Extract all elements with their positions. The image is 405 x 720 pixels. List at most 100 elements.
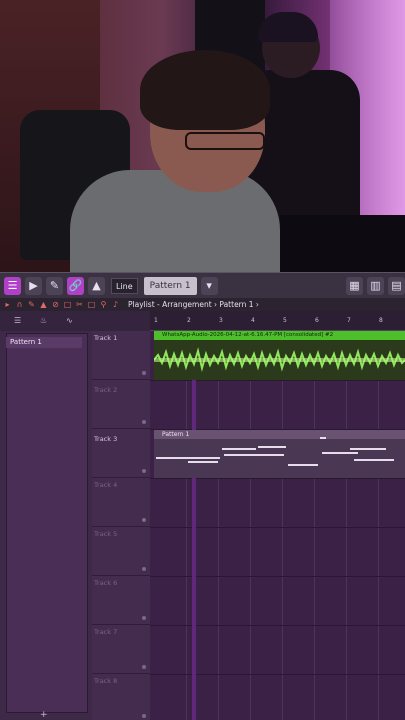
automation-icon[interactable]: ∿ xyxy=(66,316,73,325)
speaker-icon[interactable]: ♪ xyxy=(111,300,120,309)
pattern-clip-title: Pattern 1 xyxy=(154,430,405,439)
browser-icon[interactable]: ▤ xyxy=(388,276,405,295)
track-label: Track 2 xyxy=(94,386,118,394)
track-header-6[interactable]: Track 6 xyxy=(92,576,150,625)
track-header-1[interactable]: Track 1 xyxy=(92,331,150,380)
channel-rack-icon[interactable]: ▥ xyxy=(367,276,384,295)
track-label: Track 5 xyxy=(94,530,118,538)
grid-line xyxy=(250,331,251,720)
webcam-feed xyxy=(0,0,405,272)
bar-number: 2 xyxy=(187,317,191,324)
link-icon[interactable]: 🔗 xyxy=(67,276,84,295)
track-led[interactable] xyxy=(142,567,146,571)
track-label: Track 1 xyxy=(94,334,118,342)
bar-number: 5 xyxy=(283,317,287,324)
midi-note xyxy=(354,459,394,461)
producer-hair xyxy=(140,50,270,130)
track-label: Track 6 xyxy=(94,579,118,587)
midi-note xyxy=(222,448,256,450)
track-headers: Track 1 Track 2 Track 3 Track 4 Track 5 … xyxy=(92,311,150,720)
grid-line xyxy=(314,331,315,720)
timeline-ruler[interactable]: 1 2 3 4 5 6 7 8 xyxy=(150,311,405,331)
stamp-icon[interactable]: ▲ xyxy=(88,276,105,295)
screen: ☰ ▶ ✎ 🔗 ▲ Line Pattern 1 ▾ ▦ ▥ ▤ ▸ ∩ ✎ ▲… xyxy=(0,0,405,720)
track-divider xyxy=(150,478,405,479)
producer-body xyxy=(70,170,280,272)
midi-note xyxy=(188,461,218,463)
track-header-2[interactable]: Track 2 xyxy=(92,380,150,429)
audio-clip-title: WhatsApp-Audio-2026-04-12-at-6.16.47-PM … xyxy=(154,331,405,340)
bar-number: 7 xyxy=(347,317,351,324)
grid-line xyxy=(218,331,219,720)
playhead[interactable] xyxy=(192,331,196,720)
track-header-8[interactable]: Track 8 xyxy=(92,674,150,720)
paint-icon[interactable]: ▲ xyxy=(39,300,48,309)
track-divider xyxy=(150,380,405,381)
track-header-3[interactable]: Track 3 xyxy=(92,429,150,478)
pattern-picker: ☰ ♨ ∿ Pattern 1 + xyxy=(0,311,92,720)
arrangement-grid[interactable]: 1 2 3 4 5 6 7 8 WhatsApp-Audio-2026-04-1… xyxy=(150,311,405,720)
background-person-cap xyxy=(258,12,318,42)
midi-note xyxy=(156,457,220,459)
playlist-header: ▸ ∩ ✎ ▲ ⊘ □ ✂ □ ⚲ ♪ Playlist - Arrangeme… xyxy=(0,298,405,311)
track-led[interactable] xyxy=(142,371,146,375)
bar-number: 8 xyxy=(379,317,383,324)
arrow-right-icon[interactable]: ▶ xyxy=(25,276,42,295)
grid-line xyxy=(346,331,347,720)
bar-number: 4 xyxy=(251,317,255,324)
grid-line xyxy=(186,331,187,720)
dropdown-icon[interactable]: ▾ xyxy=(200,276,218,295)
draw-icon[interactable]: ✎ xyxy=(27,300,36,309)
track-label: Track 7 xyxy=(94,628,118,636)
bar-number: 3 xyxy=(219,317,223,324)
track-led[interactable] xyxy=(142,665,146,669)
brush-icon[interactable]: ✎ xyxy=(46,276,63,295)
zoom-icon[interactable]: ⚲ xyxy=(99,300,108,309)
track-led[interactable] xyxy=(142,714,146,718)
select-icon[interactable]: □ xyxy=(87,300,96,309)
daw-toolbar: ☰ ▶ ✎ 🔗 ▲ Line Pattern 1 ▾ ▦ ▥ ▤ xyxy=(0,272,405,298)
snap-select[interactable]: Line xyxy=(111,277,138,294)
pattern-list xyxy=(6,333,88,713)
track-label: Track 8 xyxy=(94,677,118,685)
track-label: Track 3 xyxy=(94,435,118,443)
midi-note xyxy=(224,454,284,456)
bar-number: 1 xyxy=(154,317,158,324)
midi-note xyxy=(320,437,326,439)
mixer-icon[interactable]: ▦ xyxy=(346,276,363,295)
track-label: Track 4 xyxy=(94,481,118,489)
track-divider xyxy=(150,625,405,626)
track-divider xyxy=(150,527,405,528)
piano-roll-icon[interactable]: ☰ xyxy=(4,276,21,295)
midi-note xyxy=(258,446,286,448)
menu-arrow-icon[interactable]: ▸ xyxy=(3,300,12,309)
midi-note xyxy=(322,452,358,454)
track-led[interactable] xyxy=(142,518,146,522)
midi-note xyxy=(288,464,318,466)
track-header-ruler xyxy=(92,311,150,331)
delete-icon[interactable]: ⊘ xyxy=(51,300,60,309)
track-header-5[interactable]: Track 5 xyxy=(92,527,150,576)
audio-clip[interactable]: WhatsApp-Audio-2026-04-12-at-6.16.47-PM … xyxy=(154,331,405,380)
piano-icon[interactable]: ☰ xyxy=(14,316,21,325)
desk xyxy=(280,215,405,272)
mute-icon[interactable]: □ xyxy=(63,300,72,309)
pattern-clip[interactable]: Pattern 1 xyxy=(154,430,405,478)
track-header-4[interactable]: Track 4 xyxy=(92,478,150,527)
picker-toolbar: ☰ ♨ ∿ xyxy=(0,311,92,331)
wave-icon[interactable]: ♨ xyxy=(40,316,47,325)
grid-line xyxy=(282,331,283,720)
track-led[interactable] xyxy=(142,420,146,424)
playlist-title: Playlist - Arrangement › Pattern 1 › xyxy=(128,300,259,309)
pattern-list-item[interactable]: Pattern 1 xyxy=(6,337,82,348)
bar-number: 6 xyxy=(315,317,319,324)
track-header-7[interactable]: Track 7 xyxy=(92,625,150,674)
track-led[interactable] xyxy=(142,469,146,473)
add-pattern-button[interactable]: + xyxy=(40,710,48,720)
pattern-selector[interactable]: Pattern 1 xyxy=(143,276,197,295)
midi-note xyxy=(350,448,386,450)
track-led[interactable] xyxy=(142,616,146,620)
slice-icon[interactable]: ✂ xyxy=(75,300,84,309)
audio-waveform xyxy=(154,347,405,372)
magnet-icon[interactable]: ∩ xyxy=(15,300,24,309)
